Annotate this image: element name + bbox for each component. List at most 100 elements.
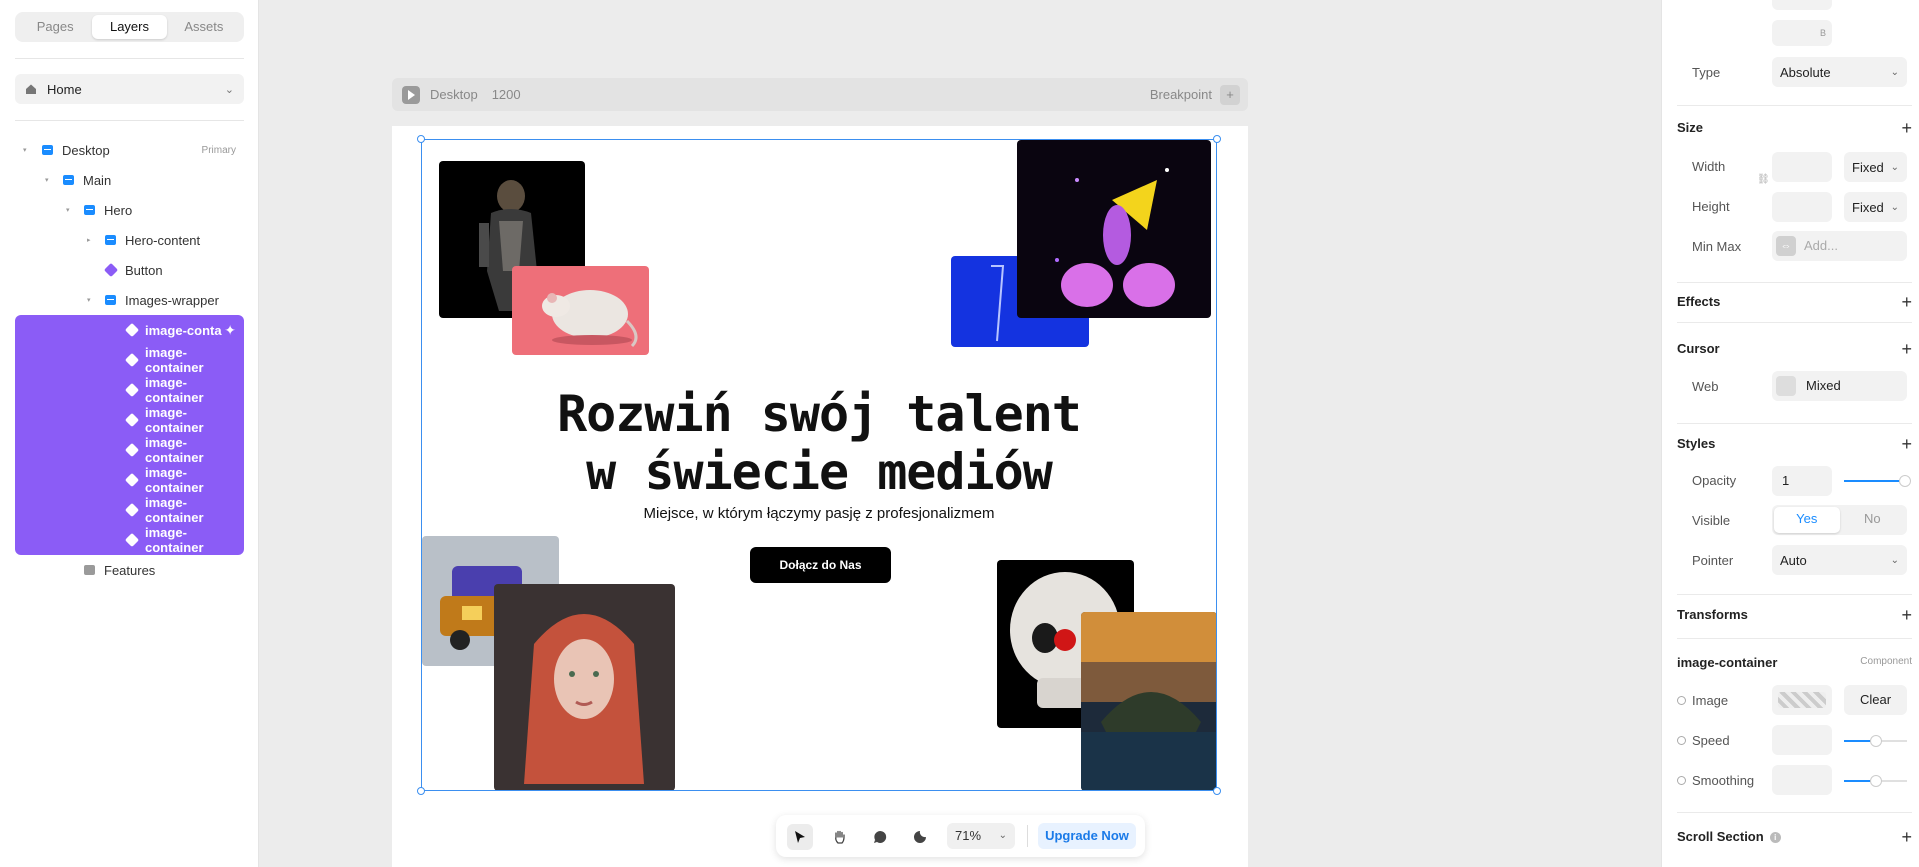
dark-mode-button[interactable] <box>907 824 933 850</box>
hand-tool-button[interactable] <box>827 824 853 850</box>
layer-label: Images-wrapper <box>125 292 219 308</box>
component-icon <box>124 472 140 488</box>
expand-arrow-icon[interactable]: ▾ <box>66 206 70 214</box>
cursor-title: Cursor <box>1677 341 1720 356</box>
layer-main[interactable]: ▾ Main <box>15 165 244 195</box>
expand-arrow-icon[interactable]: ▸ <box>87 236 91 244</box>
resize-handle[interactable] <box>1213 787 1221 795</box>
chevron-down-icon: ⌄ <box>1890 201 1899 213</box>
upgrade-button[interactable]: Upgrade Now <box>1038 823 1136 849</box>
hero-subtitle[interactable]: Miejsce, w którym łączymy pasję z profes… <box>421 505 1217 522</box>
layer-image-container[interactable]: image-container <box>15 465 244 495</box>
tab-pages[interactable]: Pages <box>18 15 92 39</box>
layer-image-container[interactable]: image-container <box>15 345 244 375</box>
select-tool-button[interactable] <box>787 824 813 850</box>
layer-features[interactable]: Features <box>15 555 244 585</box>
position-field[interactable] <box>1772 0 1832 10</box>
layer-image-container[interactable]: image-container <box>15 495 244 525</box>
tab-layers[interactable]: Layers <box>92 15 167 39</box>
pointer-select[interactable]: Auto ⌄ <box>1772 545 1907 575</box>
layer-label: Desktop <box>62 142 110 158</box>
smoothing-label: Smoothing <box>1692 773 1755 788</box>
layer-image-container[interactable]: image-container <box>15 375 244 405</box>
smoothing-input[interactable] <box>1772 765 1832 795</box>
comment-tool-button[interactable] <box>867 824 893 850</box>
variable-icon[interactable] <box>1677 736 1686 745</box>
component-name: image-container <box>1677 655 1778 670</box>
slider-knob[interactable] <box>1870 775 1882 787</box>
add-transforms-icon[interactable]: + <box>1901 605 1912 626</box>
minmax-placeholder: Add... <box>1804 238 1838 253</box>
add-size-icon[interactable]: + <box>1901 118 1912 139</box>
layer-images-wrapper[interactable]: ▾ Images-wrapper <box>15 285 244 315</box>
type-select[interactable]: Absolute ⌄ <box>1772 57 1907 87</box>
layer-hero-content[interactable]: ▸ Hero-content <box>15 225 244 255</box>
expand-arrow-icon[interactable]: ▾ <box>45 176 49 184</box>
hero-heading[interactable]: Rozwiń swój talent w świecie mediów <box>421 385 1217 501</box>
speed-input[interactable] <box>1772 725 1832 755</box>
add-effects-icon[interactable]: + <box>1901 292 1912 313</box>
breakpoint-name[interactable]: Desktop <box>430 87 478 102</box>
add-scroll-section-icon[interactable]: + <box>1901 827 1912 848</box>
layer-image-container[interactable]: image-container <box>15 435 244 465</box>
layer-label: Features <box>104 562 156 578</box>
layer-image-container[interactable]: image-container <box>15 525 244 555</box>
page-select[interactable]: Home ⌄ <box>15 74 244 104</box>
size-section: Size + <box>1677 118 1912 138</box>
width-mode-value: Fixed <box>1852 159 1884 175</box>
height-label: Height <box>1692 199 1730 214</box>
chevron-down-icon: ⌄ <box>1890 161 1899 173</box>
height-input[interactable] <box>1772 192 1832 222</box>
frame-icon <box>63 175 74 185</box>
add-cursor-icon[interactable]: + <box>1901 339 1912 360</box>
effects-title: Effects <box>1677 294 1721 309</box>
layer-image-container[interactable]: image-conta ✦ <box>15 315 244 345</box>
info-icon[interactable]: i <box>1769 832 1781 844</box>
opacity-slider[interactable] <box>1844 475 1911 487</box>
resize-handle[interactable] <box>417 135 425 143</box>
visible-yes-option[interactable]: Yes <box>1774 507 1840 533</box>
resize-handle[interactable] <box>417 787 425 795</box>
web-cursor-field[interactable]: Mixed <box>1772 371 1907 401</box>
minmax-field[interactable]: ⇔ Add... <box>1772 231 1907 261</box>
layer-label: Hero-content <box>125 232 201 248</box>
chevron-down-icon: ⌄ <box>1890 66 1899 78</box>
zoom-select[interactable]: 71% ⌄ <box>947 823 1015 849</box>
resize-handle[interactable] <box>1213 135 1221 143</box>
layer-button[interactable]: Button <box>15 255 244 285</box>
cta-button[interactable]: Dołącz do Nas <box>750 547 891 583</box>
layer-desktop[interactable]: ▾ Desktop Primary <box>15 135 244 165</box>
sparkle-icon[interactable]: ✦ <box>224 322 236 339</box>
divider <box>15 58 244 59</box>
pointer-label: Pointer <box>1692 553 1734 568</box>
link-icon[interactable]: ⛓ <box>1757 174 1770 185</box>
width-mode-select[interactable]: Fixed ⌄ <box>1844 152 1907 182</box>
height-mode-select[interactable]: Fixed ⌄ <box>1844 192 1907 222</box>
variable-icon[interactable] <box>1677 696 1686 705</box>
add-breakpoint-button[interactable]: + <box>1220 84 1240 105</box>
image-field[interactable] <box>1772 685 1832 715</box>
layer-hero[interactable]: ▾ Hero <box>15 195 244 225</box>
add-styles-icon[interactable]: + <box>1901 434 1912 455</box>
divider <box>1677 282 1912 283</box>
smoothing-slider[interactable] <box>1844 775 1907 787</box>
layer-label: image-container <box>145 525 204 555</box>
play-icon[interactable] <box>402 85 420 104</box>
layer-image-container[interactable]: image-container <box>15 405 244 435</box>
expand-arrow-icon[interactable]: ▾ <box>87 296 91 304</box>
slider-knob[interactable] <box>1870 735 1882 747</box>
expand-arrow-icon[interactable]: ▾ <box>23 146 27 154</box>
minmax-label: Min Max <box>1692 239 1742 254</box>
breakpoint-bar: Desktop 1200 Breakpoint + <box>392 78 1248 111</box>
visible-toggle[interactable]: Yes No <box>1772 505 1907 535</box>
opacity-input[interactable]: 1 <box>1772 466 1832 496</box>
speed-slider[interactable] <box>1844 735 1907 747</box>
slider-knob[interactable] <box>1899 475 1911 487</box>
component-tag: Component <box>1860 656 1912 667</box>
variable-icon[interactable] <box>1677 776 1686 785</box>
bottom-position-field[interactable]: B <box>1772 20 1832 46</box>
visible-no-option[interactable]: No <box>1840 507 1906 533</box>
width-input[interactable] <box>1772 152 1832 182</box>
clear-button[interactable]: Clear <box>1844 685 1907 715</box>
tab-assets[interactable]: Assets <box>167 15 241 39</box>
